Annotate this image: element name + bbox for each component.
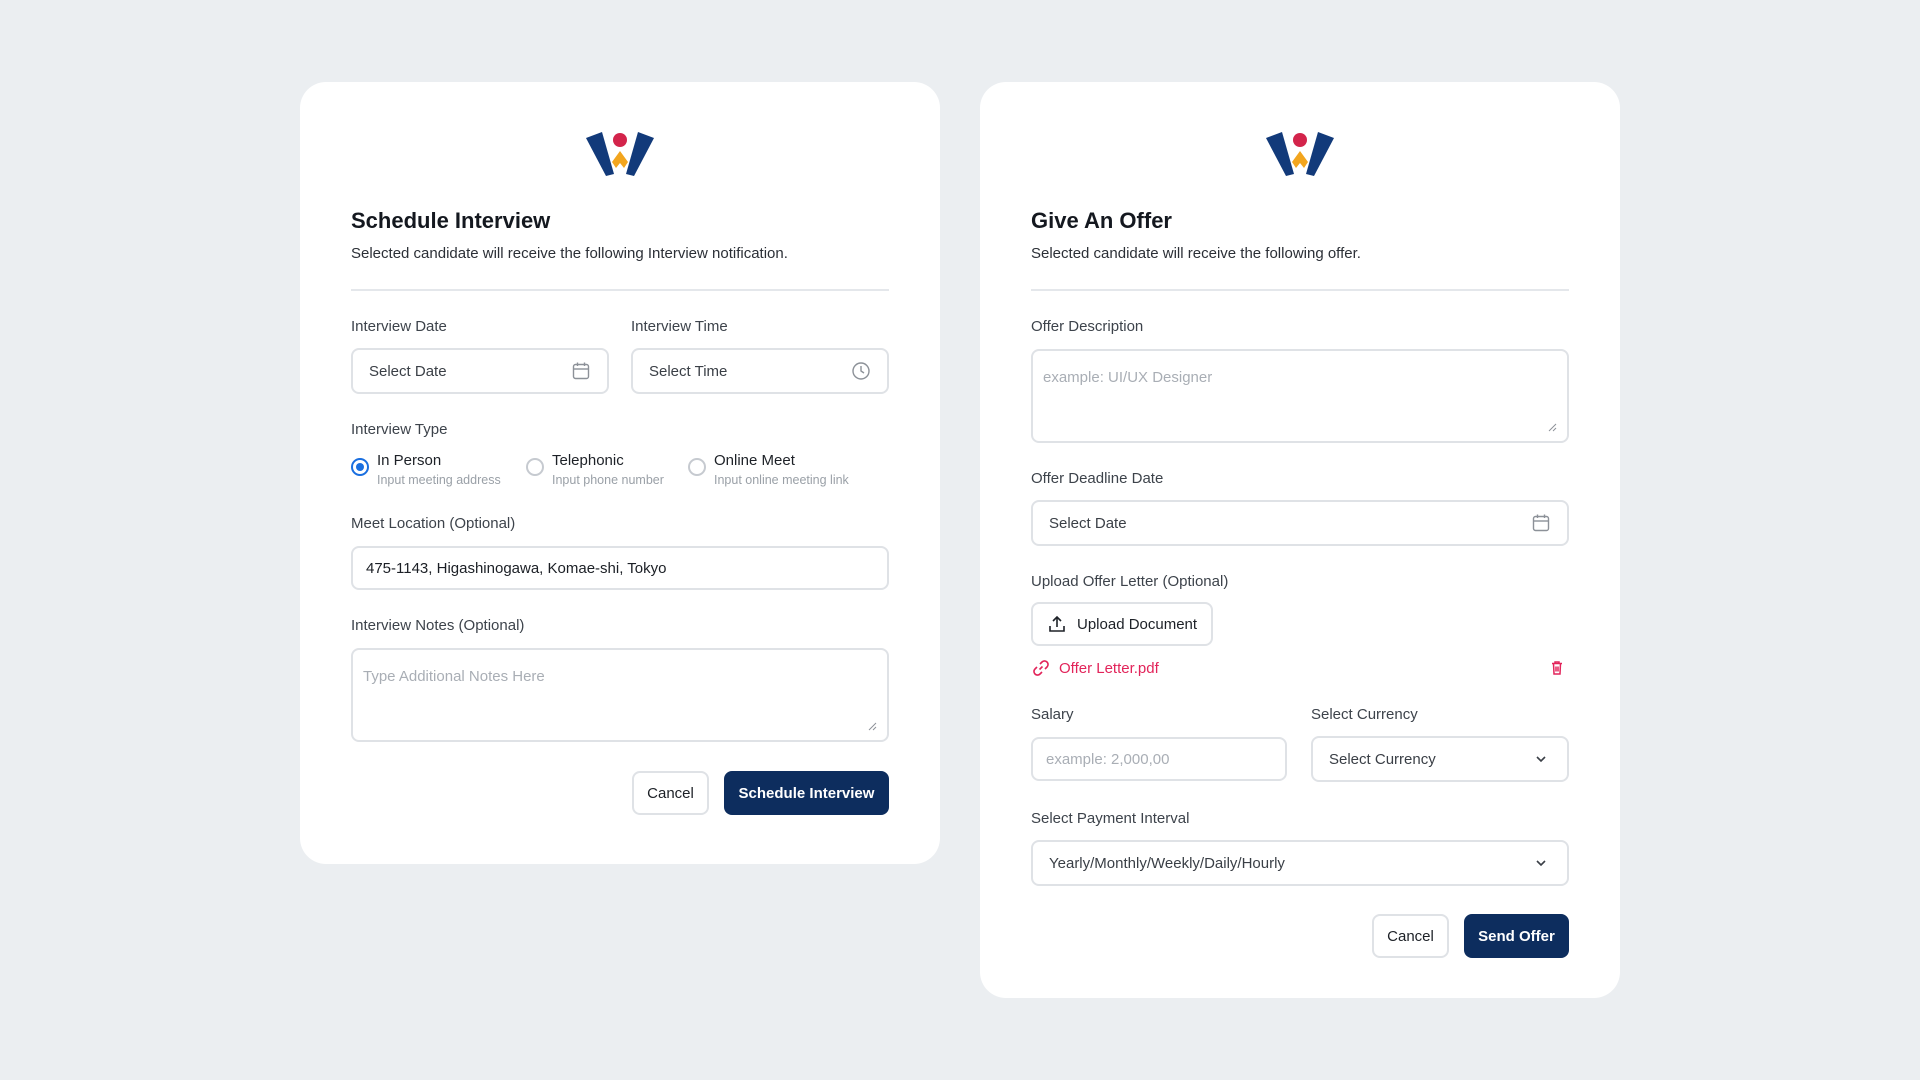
offer-deadline-label: Offer Deadline Date <box>1031 470 1164 487</box>
interview-date-value: Select Date <box>369 362 447 380</box>
radio-online-meet-title: Online Meet <box>714 452 795 469</box>
radio-online-meet-hint: Input online meeting link <box>714 473 849 487</box>
offer-description-placeholder: example: UI/UX Designer <box>1043 369 1213 386</box>
radio-telephonic[interactable]: Telephonic Input phone number <box>526 452 688 487</box>
radio-in-person[interactable]: In Person Input meeting address <box>351 452 526 487</box>
upload-document-label: Upload Document <box>1077 615 1198 633</box>
currency-select[interactable]: Select Currency <box>1311 736 1569 782</box>
interview-time-label: Interview Time <box>631 318 728 335</box>
cancel-button[interactable]: Cancel <box>1372 914 1449 958</box>
interview-notes-label: Interview Notes (Optional) <box>351 617 525 634</box>
payment-interval-value: Yearly/Monthly/Weekly/Daily/Hourly <box>1049 854 1285 872</box>
uploaded-file-row: Offer Letter.pdf <box>1031 658 1569 678</box>
select-currency-label: Select Currency <box>1311 706 1418 723</box>
meet-location-value: 475-1143, Higashinogawa, Komae-shi, Toky… <box>366 559 667 577</box>
calendar-icon <box>1531 513 1551 533</box>
offer-deadline-picker[interactable]: Select Date <box>1031 500 1569 546</box>
brand-logo <box>351 130 889 178</box>
payment-interval-select[interactable]: Yearly/Monthly/Weekly/Daily/Hourly <box>1031 840 1569 886</box>
page-title: Give An Offer <box>1031 208 1172 233</box>
upload-document-button[interactable]: Upload Document <box>1031 602 1214 646</box>
uploaded-file-link[interactable]: Offer Letter.pdf <box>1031 658 1159 678</box>
interview-notes-textarea[interactable]: Type Additional Notes Here <box>351 648 889 742</box>
page-subtitle: Selected candidate will receive the foll… <box>1031 245 1361 262</box>
schedule-interview-button[interactable]: Schedule Interview <box>724 771 889 815</box>
divider <box>351 289 889 291</box>
radio-online-meet[interactable]: Online Meet Input online meeting link <box>688 452 849 487</box>
radio-button-checked[interactable] <box>351 458 369 476</box>
page-subtitle: Selected candidate will receive the foll… <box>351 245 788 262</box>
currency-select-value: Select Currency <box>1329 750 1436 768</box>
send-offer-button[interactable]: Send Offer <box>1464 914 1569 958</box>
radio-button[interactable] <box>688 458 706 476</box>
page-title: Schedule Interview <box>351 208 551 233</box>
interview-type-label: Interview Type <box>351 421 448 438</box>
schedule-interview-card: Schedule Interview Selected candidate wi… <box>300 82 940 864</box>
uploaded-file-name: Offer Letter.pdf <box>1059 659 1159 677</box>
payment-interval-label: Select Payment Interval <box>1031 810 1190 827</box>
interview-time-picker[interactable]: Select Time <box>631 348 889 394</box>
offer-description-label: Offer Description <box>1031 318 1144 335</box>
offer-description-textarea[interactable]: example: UI/UX Designer <box>1031 349 1569 443</box>
interview-type-group: In Person Input meeting address Telephon… <box>351 452 889 487</box>
link-icon <box>1031 658 1051 678</box>
divider <box>1031 289 1569 291</box>
clock-icon <box>851 361 871 381</box>
salary-input[interactable]: example: 2,000,00 <box>1031 737 1287 781</box>
interview-date-picker[interactable]: Select Date <box>351 348 609 394</box>
interview-time-value: Select Time <box>649 362 728 380</box>
interview-notes-placeholder: Type Additional Notes Here <box>363 668 545 685</box>
salary-placeholder: example: 2,000,00 <box>1046 750 1170 768</box>
chevron-down-icon <box>1531 853 1551 873</box>
radio-telephonic-hint: Input phone number <box>552 473 664 487</box>
brand-logo <box>1031 130 1569 178</box>
calendar-icon <box>571 361 591 381</box>
radio-telephonic-title: Telephonic <box>552 452 624 469</box>
interview-date-label: Interview Date <box>351 318 447 335</box>
meet-location-label: Meet Location (Optional) <box>351 515 516 532</box>
salary-label: Salary <box>1031 706 1074 723</box>
radio-in-person-title: In Person <box>377 452 442 469</box>
chevron-down-icon <box>1531 749 1551 769</box>
upload-offer-letter-label: Upload Offer Letter (Optional) <box>1031 573 1229 590</box>
resize-handle-icon[interactable] <box>868 722 877 731</box>
radio-in-person-hint: Input meeting address <box>377 473 501 487</box>
upload-icon <box>1047 614 1067 634</box>
give-offer-card: Give An Offer Selected candidate will re… <box>980 82 1620 998</box>
trash-icon[interactable] <box>1547 658 1567 678</box>
offer-deadline-value: Select Date <box>1049 514 1127 532</box>
radio-button[interactable] <box>526 458 544 476</box>
cancel-button[interactable]: Cancel <box>632 771 709 815</box>
resize-handle-icon[interactable] <box>1548 423 1557 432</box>
meet-location-input[interactable]: 475-1143, Higashinogawa, Komae-shi, Toky… <box>351 546 889 590</box>
